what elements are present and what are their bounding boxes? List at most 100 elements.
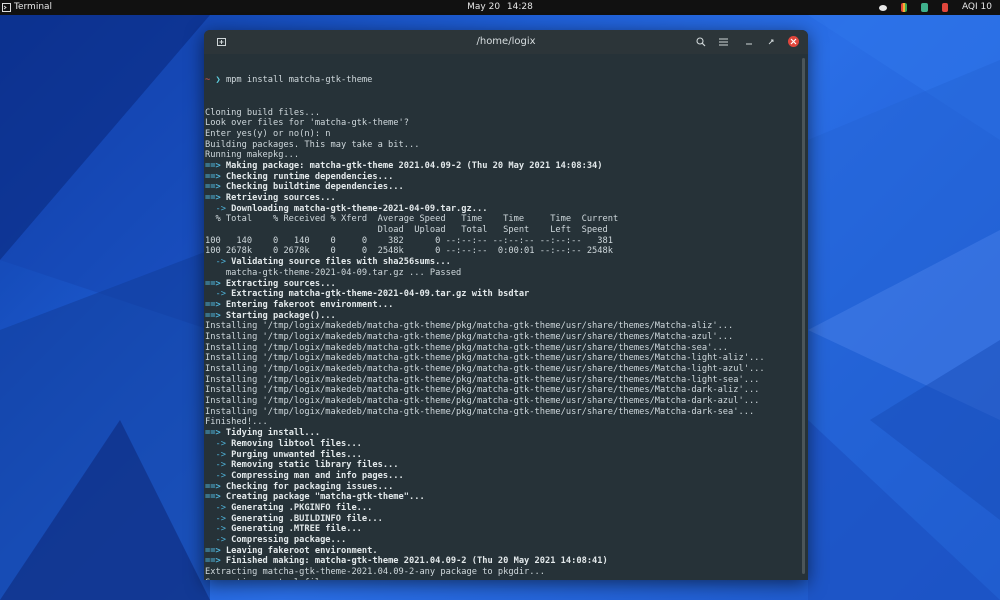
extension-icon[interactable]	[941, 3, 948, 12]
terminal-line: ==> Starting package()...	[205, 311, 801, 322]
line-text: Installing '/tmp/logix/makedeb/matcha-gt…	[205, 321, 734, 332]
terminal-line: -> Removing static library files...	[205, 460, 801, 471]
line-prefix: ==>	[205, 171, 221, 182]
terminal-line: ==> Entering fakeroot environment...	[205, 300, 801, 311]
line-text: Checking buildtime dependencies...	[220, 182, 404, 193]
hamburger-menu-icon	[718, 38, 728, 46]
terminal-line: 100 140 0 140 0 0 382 0 --:--:-- --:--:-…	[205, 236, 801, 247]
terminal-line: ==> Making package: matcha-gtk-theme 202…	[205, 161, 801, 172]
terminal-line: ==> Tidying install...	[205, 428, 801, 439]
line-text: Downloading matcha-gtk-theme-2021-04-09.…	[225, 203, 488, 214]
terminal-line: -> Extracting matcha-gtk-theme-2021-04-0…	[205, 289, 801, 300]
terminal-line: Installing '/tmp/logix/makedeb/matcha-gt…	[205, 375, 801, 386]
terminal-line: ==> Checking buildtime dependencies...	[205, 182, 801, 193]
line-text: 100 140 0 140 0 0 382 0 --:--:-- --:--:-…	[205, 235, 613, 246]
terminal-line: % Total % Received % Xferd Average Speed…	[205, 214, 801, 225]
line-prefix: ->	[205, 289, 226, 300]
line-text: Tidying install...	[220, 428, 321, 439]
terminal-line: -> Removing libtool files...	[205, 439, 801, 450]
line-text: Dload Upload Total Spent Left Speed	[205, 225, 608, 236]
line-text: Removing static library files...	[225, 460, 399, 471]
terminal-line: Installing '/tmp/logix/makedeb/matcha-gt…	[205, 353, 801, 364]
line-text: Enter yes(y) or no(n): n	[205, 128, 331, 139]
terminal-line: Finished!...	[205, 417, 801, 428]
line-text: Installing '/tmp/logix/makedeb/matcha-gt…	[205, 331, 734, 342]
line-prefix: ==>	[205, 182, 221, 193]
line-prefix: ->	[205, 203, 226, 214]
line-text: Installing '/tmp/logix/makedeb/matcha-gt…	[205, 385, 760, 396]
line-prefix: ==>	[205, 299, 221, 310]
line-text: Extracting matcha-gtk-theme-2021-04-09.t…	[225, 289, 530, 300]
terminal-line: Running makepkg...	[205, 150, 801, 161]
terminal-line: Installing '/tmp/logix/makedeb/matcha-gt…	[205, 343, 801, 354]
line-text: Validating source files with sha256sums.…	[225, 257, 451, 268]
prompt-chevron-icon: ❯	[215, 75, 221, 86]
command-text: mpm install matcha-gtk-theme	[225, 75, 373, 86]
line-text: Generating .BUILDINFO file...	[225, 513, 383, 524]
line-text: Purging unwanted files...	[225, 449, 362, 460]
app-indicator-icon[interactable]	[900, 3, 907, 12]
line-text: Look over files for 'matcha-gtk-theme'?	[205, 118, 409, 129]
line-text: Building packages. This may take a bit..…	[205, 139, 420, 150]
line-prefix: ->	[205, 449, 226, 460]
scrollbar[interactable]	[802, 58, 805, 574]
system-tray: AQI 10	[878, 0, 992, 15]
terminal-line: Look over files for 'matcha-gtk-theme'?	[205, 118, 801, 129]
terminal-line: -> Validating source files with sha256su…	[205, 257, 801, 268]
line-text: Installing '/tmp/logix/makedeb/matcha-gt…	[205, 353, 765, 364]
line-text: matcha-gtk-theme-2021-04-09.tar.gz ... P…	[205, 267, 462, 278]
terminal-line: Installing '/tmp/logix/makedeb/matcha-gt…	[205, 407, 801, 418]
line-text: Starting package()...	[220, 310, 336, 321]
line-prefix: ->	[205, 513, 226, 524]
terminal-line: Cloning build files...	[205, 108, 801, 119]
line-text: 100 2678k 0 2678k 0 0 2548k 0 --:--:-- 0…	[205, 246, 613, 257]
line-text: Generating .MTREE file...	[225, 524, 362, 535]
line-prefix: ->	[205, 470, 226, 481]
terminal-line: Installing '/tmp/logix/makedeb/matcha-gt…	[205, 332, 801, 343]
line-prefix: ==>	[205, 310, 221, 321]
terminal-line: Enter yes(y) or no(n): n	[205, 129, 801, 140]
minimize-button[interactable]	[742, 35, 756, 49]
line-prefix: ->	[205, 460, 226, 471]
line-text: Finished making: matcha-gtk-theme 2021.0…	[220, 556, 608, 567]
terminal-line: Installing '/tmp/logix/makedeb/matcha-gt…	[205, 364, 801, 375]
line-text: Finished!...	[205, 417, 268, 428]
terminal-line: -> Generating .BUILDINFO file...	[205, 514, 801, 525]
line-prefix: ==>	[205, 278, 221, 289]
terminal-line: Installing '/tmp/logix/makedeb/matcha-gt…	[205, 396, 801, 407]
search-icon	[696, 37, 706, 47]
line-text: Entering fakeroot environment...	[220, 299, 394, 310]
terminal-line: -> Compressing package...	[205, 535, 801, 546]
terminal-window[interactable]: /home/logix ~ ❯ mpm install matcha-gtk-t…	[204, 30, 808, 580]
terminal-line: -> Generating .MTREE file...	[205, 524, 801, 535]
maximize-icon	[768, 39, 774, 45]
line-prefix: ->	[205, 524, 226, 535]
terminal-line: -> Generating .PKGINFO file...	[205, 503, 801, 514]
terminal-line: ==> Finished making: matcha-gtk-theme 20…	[205, 556, 801, 567]
line-text: Extracting sources...	[220, 278, 336, 289]
menu-button[interactable]	[716, 35, 730, 49]
line-text: Generating .PKGINFO file...	[225, 502, 373, 513]
line-text: Installing '/tmp/logix/makedeb/matcha-gt…	[205, 342, 729, 353]
clock[interactable]: May 20 14:28	[0, 0, 1000, 15]
search-button[interactable]	[694, 35, 708, 49]
close-icon	[790, 38, 797, 45]
terminal-line: matcha-gtk-theme-2021-04-09.tar.gz ... P…	[205, 268, 801, 279]
line-prefix: ==>	[205, 492, 221, 503]
maximize-button[interactable]	[764, 35, 778, 49]
line-prefix: ==>	[205, 556, 221, 567]
window-titlebar[interactable]: /home/logix	[204, 30, 808, 54]
line-text: Removing libtool files...	[225, 438, 362, 449]
network-icon[interactable]	[920, 3, 928, 12]
line-text: Checking runtime dependencies...	[220, 171, 394, 182]
terminal-line: Extracting matcha-gtk-theme-2021.04.09-2…	[205, 567, 801, 578]
weather-icon[interactable]	[878, 4, 887, 11]
line-prefix: ==>	[205, 545, 221, 556]
aqi-indicator[interactable]: AQI 10	[962, 0, 992, 15]
close-button[interactable]	[788, 36, 799, 47]
line-text: Installing '/tmp/logix/makedeb/matcha-gt…	[205, 396, 760, 407]
line-text: Generating control file...	[205, 578, 341, 580]
terminal-line: ==> Creating package "matcha-gtk-theme".…	[205, 492, 801, 503]
terminal-output[interactable]: ~ ❯ mpm install matcha-gtk-theme Cloning…	[204, 54, 801, 580]
prompt-line: ~ ❯ mpm install matcha-gtk-theme	[205, 75, 801, 86]
